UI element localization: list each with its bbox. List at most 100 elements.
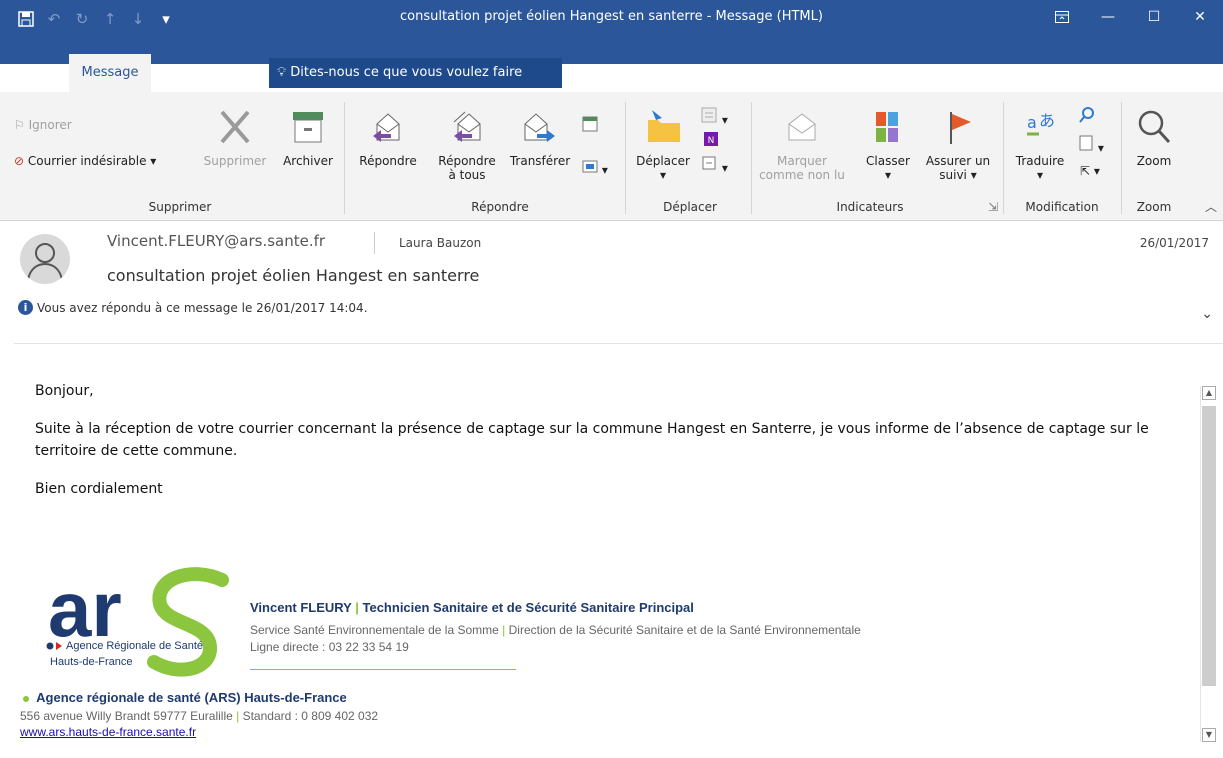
- tab-eset[interactable]: ESET: [151, 56, 210, 92]
- window-controls: — ☐ ✕: [1039, 0, 1223, 34]
- archive-button[interactable]: Archiver: [276, 106, 340, 168]
- maximize-icon[interactable]: ☐: [1131, 0, 1177, 34]
- close-icon[interactable]: ✕: [1177, 0, 1223, 34]
- up-icon[interactable]: ↑: [96, 8, 124, 30]
- group-separator: [1121, 102, 1122, 214]
- group-separator: [751, 102, 752, 214]
- header-divider: [14, 343, 1223, 344]
- tab-fichier[interactable]: Fichier: [0, 56, 69, 92]
- ars-logo: ar Agence Régionale de Santé Hauts-de-Fr…: [42, 565, 242, 686]
- avatar: [20, 234, 70, 284]
- ars-address: 556 avenue Willy Brandt 59777 Euralille: [20, 709, 233, 723]
- green-dot-icon: [23, 695, 29, 702]
- signature-phone: Ligne directe : 03 22 33 54 19: [250, 640, 409, 654]
- group-separator: [625, 102, 626, 214]
- reply-button[interactable]: Répondre: [348, 106, 428, 168]
- save-icon[interactable]: [12, 8, 40, 30]
- scroll-down-icon[interactable]: ▼: [1202, 728, 1216, 742]
- mark-unread-icon: [788, 113, 816, 141]
- minimize-icon[interactable]: —: [1085, 0, 1131, 34]
- tell-me-text: Dites-nous ce que vous voulez faire: [290, 65, 523, 80]
- collapse-ribbon-icon[interactable]: ︿: [1205, 198, 1217, 215]
- onenote-icon[interactable]: N: [702, 130, 720, 151]
- vertical-scrollbar[interactable]: ▲ ▼: [1200, 386, 1217, 742]
- group-label-supprimer: Supprimer: [148, 200, 212, 214]
- archive-icon: [293, 112, 323, 143]
- ars-org: Agence régionale de santé (ARS) Hauts-de…: [36, 690, 347, 705]
- reply-all-button[interactable]: Répondre à tous: [430, 106, 504, 182]
- group-separator: [1003, 102, 1004, 214]
- junk-mail-button[interactable]: ⊘ Courrier indésirable ▾: [14, 154, 156, 168]
- lightbulb-icon: 💡︎: [277, 65, 287, 80]
- sender-email[interactable]: Vincent.FLEURY@ars.sante.fr: [107, 232, 325, 250]
- ars-org-line: Agence régionale de santé (ARS) Hauts-de…: [23, 690, 347, 705]
- closing: Bien cordialement: [35, 481, 163, 497]
- group-label-indicateurs: Indicateurs: [836, 200, 904, 214]
- group-label-deplacer: Déplacer: [663, 200, 717, 214]
- select-icon[interactable]: ⇱ ▾: [1080, 164, 1100, 178]
- svg-text:a: a: [1027, 113, 1037, 132]
- more-reply-icon[interactable]: ▾: [582, 158, 608, 177]
- signature-rule: [250, 669, 516, 670]
- rules-icon[interactable]: ▾: [700, 106, 728, 127]
- forward-button[interactable]: Transférer: [504, 106, 576, 168]
- zoom-icon: [1138, 110, 1171, 144]
- quick-access-toolbar: ↶ ↻ ↑ ↓ ▾: [12, 8, 180, 30]
- ignore-icon: ⚐: [14, 118, 25, 132]
- expand-header-icon[interactable]: ⌄: [1201, 306, 1213, 322]
- follow-up-button[interactable]: Assurer un suivi ▾: [918, 106, 998, 182]
- translate-button[interactable]: aあ Traduire ▾: [1007, 106, 1073, 182]
- redo-icon[interactable]: ↻: [68, 8, 96, 30]
- ignore-button[interactable]: ⚐ Ignorer: [14, 118, 72, 132]
- ars-standard: Standard : 0 809 402 032: [242, 709, 379, 723]
- reply-all-icon: [453, 111, 481, 142]
- tell-me-box[interactable]: 💡︎ Dites-nous ce que vous voulez faire: [269, 58, 562, 88]
- forward-icon: [524, 113, 555, 142]
- zoom-button[interactable]: Zoom: [1126, 106, 1182, 168]
- ars-address-line: 556 avenue Willy Brandt 59777 Euralille …: [20, 709, 379, 723]
- ars-logo-line1: Agence Régionale de Santé: [66, 640, 203, 652]
- tab-message[interactable]: Message: [68, 54, 152, 92]
- delete-icon: [220, 110, 250, 144]
- body-paragraph: Suite à la réception de votre courrier c…: [35, 421, 1149, 459]
- group-label-modification: Modification: [1025, 200, 1099, 214]
- dialog-launcher-icon[interactable]: ⇲: [988, 200, 998, 214]
- svg-text:あ: あ: [1039, 111, 1055, 130]
- delete-button[interactable]: Supprimer: [200, 106, 270, 168]
- customize-icon[interactable]: ▾: [152, 8, 180, 30]
- recipient[interactable]: Laura Bauzon: [399, 236, 481, 250]
- message-date: 26/01/2017: [1139, 236, 1209, 250]
- signature-name: Vincent FLEURY: [250, 600, 352, 615]
- message-subject: consultation projet éolien Hangest en sa…: [107, 266, 480, 285]
- greeting: Bonjour,: [35, 383, 94, 399]
- related-icon[interactable]: ▾: [1078, 134, 1104, 155]
- ars-website-link[interactable]: www.ars.hauts-de-france.sante.fr: [20, 725, 196, 739]
- title-bar: consultation projet éolien Hangest en sa…: [0, 0, 1223, 64]
- ars-logo-line2: Hauts-de-France: [50, 656, 133, 668]
- undo-icon[interactable]: ↶: [40, 8, 68, 30]
- mark-unread-button[interactable]: Marquer comme non lu: [756, 106, 848, 182]
- ars-link-line: www.ars.hauts-de-france.sante.fr: [20, 725, 196, 739]
- reply-info-text: Vous avez répondu à ce message le 26/01/…: [37, 300, 368, 315]
- meeting-reply-icon[interactable]: [582, 116, 598, 135]
- flag-icon: [950, 112, 971, 144]
- find-icon[interactable]: [1078, 106, 1096, 127]
- signature-name-line: Vincent FLEURY | Technicien Sanitaire et…: [250, 600, 694, 615]
- ars-logo-mark: ar: [46, 565, 229, 677]
- reply-info-bar[interactable]: i Vous avez répondu à ce message le 26/0…: [18, 300, 368, 315]
- reply-icon: [373, 113, 400, 142]
- translate-icon: aあ: [1027, 111, 1055, 136]
- group-separator: [344, 102, 345, 214]
- categorize-button[interactable]: Classer ▾: [860, 106, 916, 182]
- signature-service-line: Service Santé Environnementale de la Som…: [250, 623, 861, 637]
- ribbon-display-icon[interactable]: [1039, 0, 1085, 34]
- message-body: Bonjour, Suite à la réception de votre c…: [35, 380, 1185, 516]
- signature-service: Service Santé Environnementale de la Som…: [250, 623, 499, 637]
- move-button[interactable]: Déplacer ▾: [630, 106, 696, 182]
- actions-icon[interactable]: ▾: [700, 154, 728, 175]
- down-icon[interactable]: ↓: [124, 8, 152, 30]
- scroll-up-icon[interactable]: ▲: [1202, 386, 1216, 400]
- categorize-icon: [876, 112, 898, 142]
- group-label-repondre: Répondre: [471, 200, 529, 214]
- scroll-thumb[interactable]: [1202, 406, 1216, 686]
